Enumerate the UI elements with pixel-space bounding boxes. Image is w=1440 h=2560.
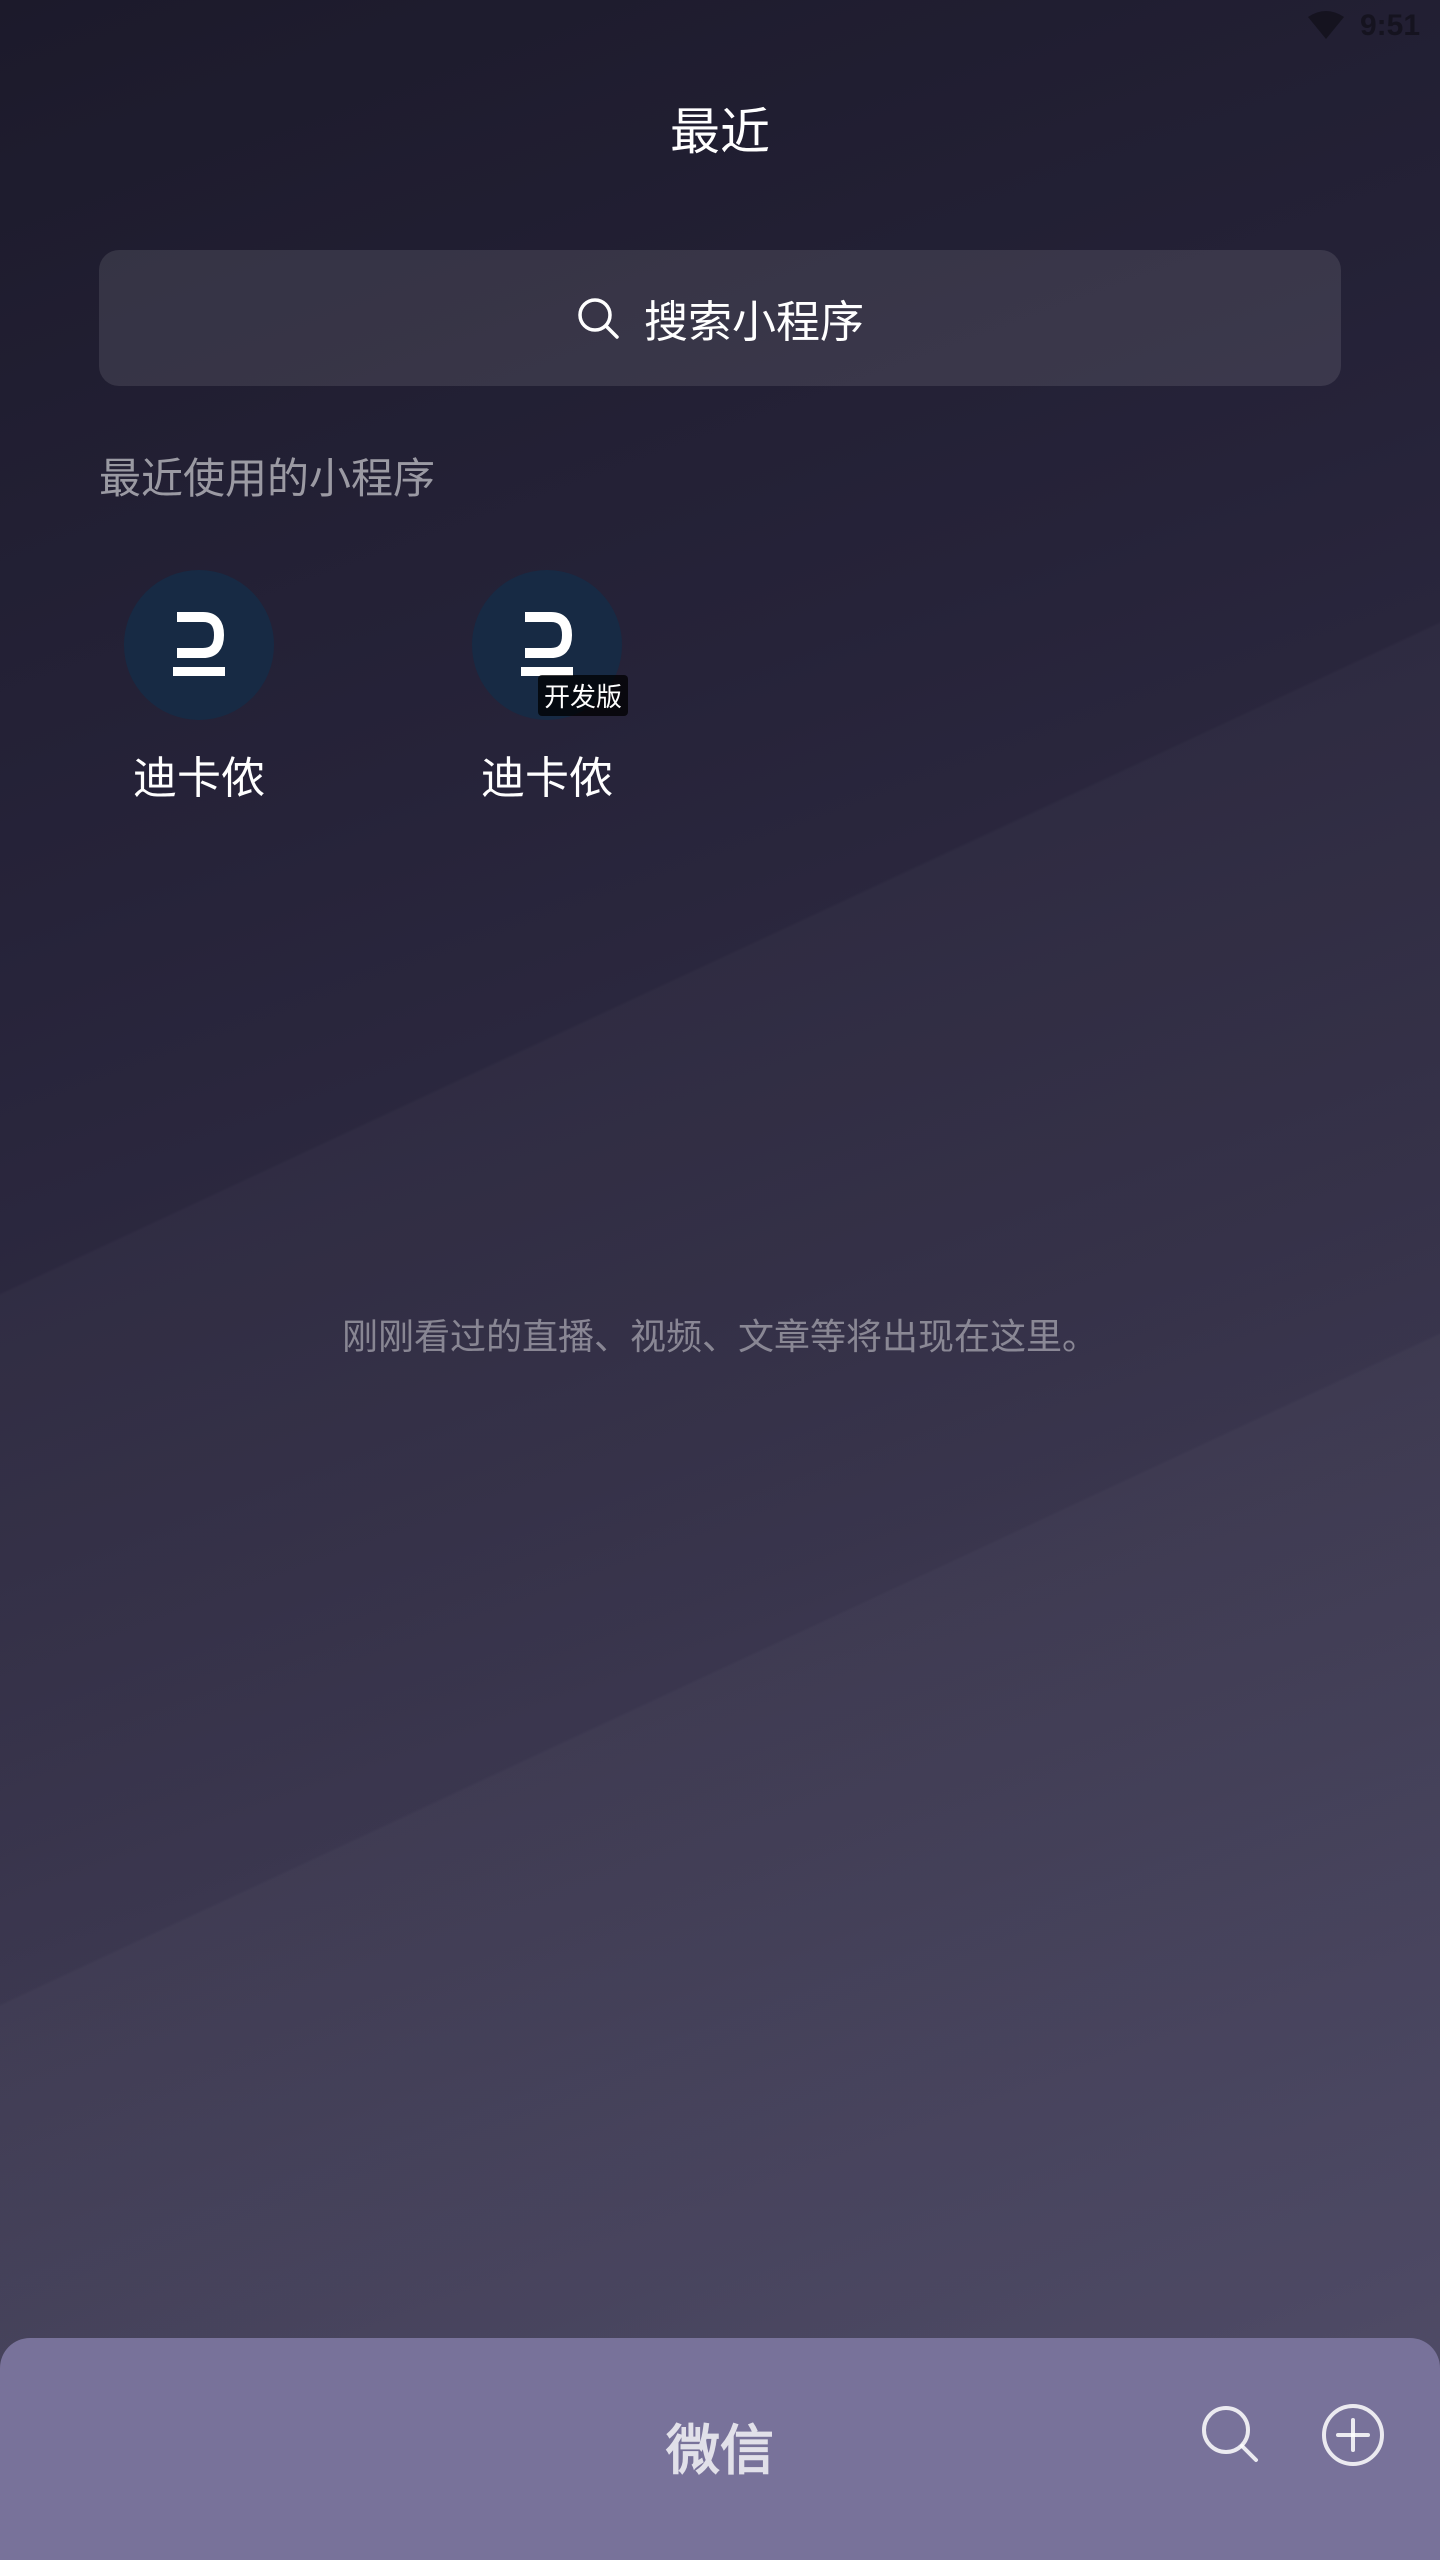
mini-program-item[interactable]: 开发版 迪卡侬: [447, 570, 647, 806]
search-mini-program-input[interactable]: 搜索小程序: [99, 250, 1341, 386]
decathlon-logo: 开发版: [472, 570, 628, 720]
mini-program-name: 迪卡侬: [133, 753, 265, 804]
decathlon-logo: [124, 570, 274, 720]
mini-program-name: 迪卡侬: [481, 753, 613, 804]
wifi-icon: [1307, 11, 1344, 39]
mini-program-item[interactable]: 迪卡侬: [99, 570, 299, 806]
search-placeholder: 搜索小程序: [644, 297, 864, 348]
decathlon-logo-icon: [521, 612, 573, 676]
bottom-bar: 微信: [0, 2338, 1440, 2560]
plus-circle-icon[interactable]: [1320, 2402, 1386, 2468]
page-title: 最近: [670, 103, 770, 161]
empty-state-text: 刚刚看过的直播、视频、文章等将出现在这里。: [341, 1317, 1098, 1358]
search-icon: [578, 298, 619, 339]
recent-mini-programs-heading: 最近使用的小程序: [99, 454, 436, 503]
status-time: 9:51: [1359, 9, 1420, 42]
search-icon[interactable]: [1198, 2402, 1262, 2466]
decathlon-logo-icon: [173, 612, 225, 676]
status-bar: 9:51: [1140, 0, 1440, 52]
recent-mini-programs-list: 迪卡侬 开发版 迪卡侬: [99, 570, 795, 806]
dev-version-badge: 开发版: [537, 675, 628, 716]
